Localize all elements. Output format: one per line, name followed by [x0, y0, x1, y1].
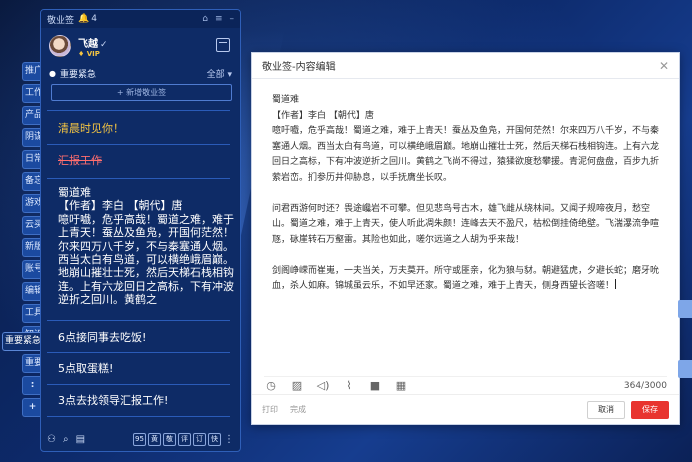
note-title: 蜀道难	[58, 186, 91, 199]
bell-icon[interactable]: 🔔	[78, 14, 89, 24]
category-tab[interactable]: 编辑	[22, 282, 42, 301]
quick-tool-button[interactable]: 黄	[148, 432, 161, 446]
more-tabs-icon[interactable]: :	[22, 376, 42, 395]
category-dot-icon: ●	[49, 68, 56, 78]
notification-count: 4	[91, 14, 97, 24]
category-tab[interactable]: 产品	[22, 106, 42, 125]
note-panel-titlebar: 敬业签 🔔 4 ⌂ ≡ –	[41, 10, 240, 28]
print-button[interactable]: 打印	[262, 404, 278, 415]
category-tab[interactable]: 推广	[22, 62, 42, 81]
calendar-icon[interactable]	[216, 38, 230, 52]
audio-icon[interactable]: ◁)	[316, 379, 330, 392]
editor-text-area[interactable]: 蜀道难【作者】李白 【朝代】唐噫吁嚱，危乎高哉！蜀道之难，难于上青天！蚕丛及鱼凫…	[272, 93, 664, 373]
category-tab[interactable]: 游戏	[22, 194, 42, 213]
category-tab[interactable]: 工具	[22, 304, 42, 323]
note-list-icon[interactable]: ▤	[76, 434, 85, 445]
editor-titlebar: 敬业签-内容编辑 ✕	[252, 53, 679, 79]
check-icon: ✓	[100, 39, 108, 50]
editor-toolbar: ◷ ▨ ◁) ⌇ ■ ▦ 364/3000	[264, 376, 667, 394]
editor-paragraph: 噫吁嚱，危乎高哉！蜀道之难，难于上青天！蚕丛及鱼凫，开国何茫然！尔来四万八千岁，…	[272, 126, 660, 183]
text-cursor	[615, 279, 617, 289]
menu-icon[interactable]: ≡	[215, 14, 223, 24]
note-separator	[47, 178, 230, 179]
app-name: 敬业签	[47, 15, 75, 26]
note-item-completed[interactable]: 汇报工作	[58, 152, 102, 168]
note-item-expanded[interactable]: 蜀道难 【作者】李白 【朝代】唐 噫吁嚱，危乎高哉！蜀道之难，难于上青天！蚕丛及…	[58, 186, 238, 312]
grid-icon[interactable]: ▦	[394, 379, 408, 392]
user-header: 飞越 ✓ ♦ VIP	[41, 28, 240, 64]
char-count: 364/3000	[623, 380, 667, 391]
note-separator	[47, 416, 230, 417]
avatar[interactable]	[49, 35, 71, 57]
category-tab[interactable]: 账号	[22, 260, 42, 279]
category-tab[interactable]: 备忘	[22, 172, 42, 191]
category-tab[interactable]: 新版	[22, 238, 42, 257]
quick-tool-button[interactable]: 快	[208, 432, 221, 446]
quick-tool-button[interactable]: 敬	[163, 432, 176, 446]
note-separator	[47, 384, 230, 385]
editor-paragraph: 蜀道难	[272, 95, 300, 105]
desktop-shortcut[interactable]	[678, 360, 692, 378]
quick-tool-button[interactable]: 95	[133, 432, 146, 446]
editor-title: 敬业签-内容编辑	[262, 62, 336, 73]
quick-tool-button[interactable]: 评	[178, 432, 191, 446]
category-tab[interactable]: 日常	[22, 150, 42, 169]
note-item[interactable]: 5点取蛋糕!	[58, 360, 113, 376]
note-panel-bottom-bar: ⚇ ⌕ ▤ 95 黄敬评订快 ⋮	[41, 427, 240, 451]
category-tab-active[interactable]: 重要紧急	[2, 332, 42, 351]
add-tab-icon[interactable]: +	[22, 398, 42, 417]
category-tab[interactable]: 重要	[22, 354, 42, 373]
editor-footer: 打印 完成 取消 保存	[252, 394, 679, 424]
editor-paragraph: 剑阁峥嵘而崔嵬，一夫当关，万夫莫开。所守或匪亲，化为狼与豺。朝避猛虎，夕避长蛇；…	[272, 265, 660, 292]
note-separator	[47, 144, 230, 145]
note-body: 【作者】李白 【朝代】唐 噫吁嚱，危乎高哉！蜀道之难，难于上青天！蚕丛及鱼凫，开…	[58, 199, 234, 307]
home-icon[interactable]: ⌂	[202, 14, 208, 24]
vip-badge: ♦ VIP	[78, 49, 100, 58]
note-separator	[47, 110, 230, 111]
search-icon[interactable]: ⌕	[63, 434, 69, 445]
category-tab[interactable]: 云买	[22, 216, 42, 235]
note-panel: 敬业签 🔔 4 ⌂ ≡ – 飞越 ✓ ♦ VIP ● 重要紧急 全部 ▾ + 新增…	[40, 9, 241, 452]
username: 飞越 ✓	[78, 38, 108, 50]
done-button[interactable]: 完成	[290, 404, 306, 415]
filter-dropdown[interactable]: 全部 ▾	[207, 67, 232, 80]
cancel-button[interactable]: 取消	[587, 400, 625, 419]
note-item[interactable]: 6点接同事去吃饭!	[58, 329, 146, 345]
note-item[interactable]: 3点去找领导汇报工作!	[58, 392, 168, 408]
new-note-button[interactable]: + 新增敬业签	[51, 84, 232, 101]
record-icon[interactable]: ■	[368, 379, 382, 392]
content-editor-dialog: 敬业签-内容编辑 ✕ 蜀道难【作者】李白 【朝代】唐噫吁嚱，危乎高哉！蜀道之难，…	[251, 52, 680, 425]
close-icon[interactable]: ✕	[659, 59, 669, 73]
more-icon[interactable]: ⋮	[224, 434, 234, 445]
desktop-shortcut[interactable]	[678, 300, 692, 318]
quick-tool-button[interactable]: 订	[193, 432, 206, 446]
category-tab[interactable]: 工作	[22, 84, 42, 103]
category-tab[interactable]: 阴谋	[22, 128, 42, 147]
share-icon[interactable]: ⚇	[47, 434, 56, 445]
editor-paragraph: 问君西游何时还？畏途巉岩不可攀。但见悲鸟号古木，雄飞雌从绕林间。又闻子规啼夜月，…	[272, 203, 660, 245]
attachment-icon[interactable]: ⌇	[342, 379, 356, 392]
editor-paragraph: 【作者】李白 【朝代】唐	[272, 110, 374, 121]
image-icon[interactable]: ▨	[290, 379, 304, 392]
category-title: 重要紧急	[59, 69, 96, 80]
save-button[interactable]: 保存	[631, 400, 669, 419]
minimize-icon[interactable]: –	[230, 14, 235, 24]
note-separator	[47, 352, 230, 353]
note-item[interactable]: 清晨时见你！	[58, 120, 124, 136]
clock-icon[interactable]: ◷	[264, 379, 278, 392]
note-separator	[47, 320, 230, 321]
category-header: ● 重要紧急 全部 ▾	[41, 64, 240, 82]
